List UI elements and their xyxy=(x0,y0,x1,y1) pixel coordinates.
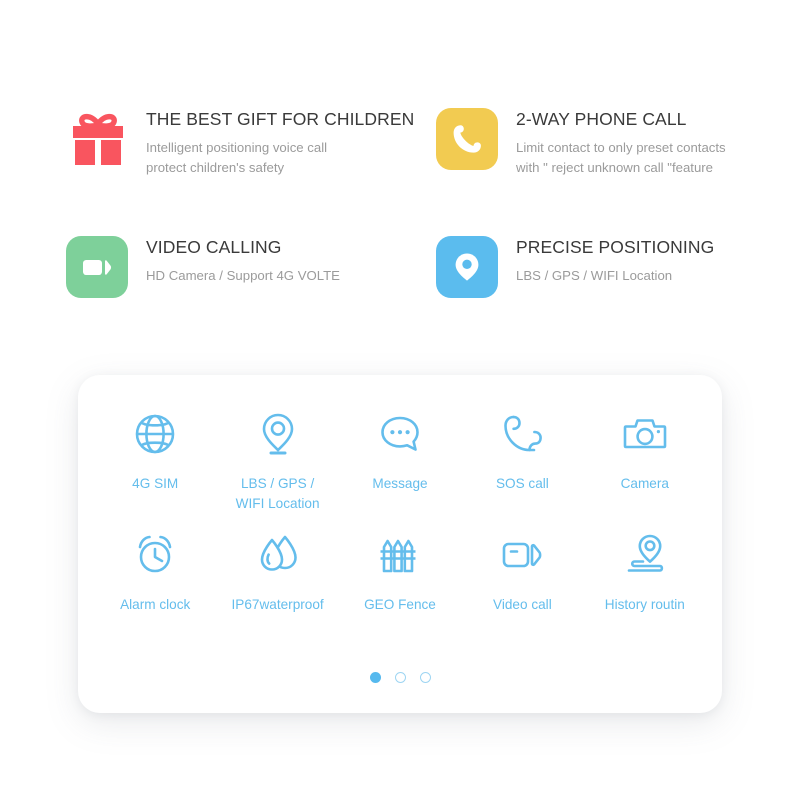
grid-label-line: 4G SIM xyxy=(132,476,179,491)
grid-item-camera[interactable]: Camera xyxy=(584,403,706,514)
feature-description-line: protect children's safety xyxy=(146,160,285,176)
feature-item-precise-positioning: PRECISE POSITIONING LBS / GPS / WIFI Loc… xyxy=(436,236,800,300)
feature-text: PRECISE POSITIONING LBS / GPS / WIFI Loc… xyxy=(516,236,714,286)
feature-text: 2-WAY PHONE CALL Limit contact to only p… xyxy=(516,108,726,179)
grid-item-video-call[interactable]: Video call xyxy=(461,524,583,615)
feature-description-line: Intelligent positioning voice call xyxy=(146,139,328,155)
grid-item-label: Camera xyxy=(621,474,669,494)
grid-item-label: SOS call xyxy=(496,474,549,494)
pagination-dot-1[interactable] xyxy=(369,672,381,683)
grid-item-label: GEO Fence xyxy=(364,595,436,615)
grid-label-line: Message xyxy=(372,476,428,491)
feature-description: HD Camera / Support 4G VOLTE xyxy=(146,266,340,286)
grid-item-label: IP67waterproof xyxy=(231,595,323,615)
grid-item-ip67-waterproof[interactable]: IP67waterproof xyxy=(216,524,338,615)
globe-icon xyxy=(131,403,179,465)
grid-item-message[interactable]: Message xyxy=(339,403,461,514)
location-pin-icon-tile xyxy=(436,236,498,298)
grid-label-line: GEO Fence xyxy=(364,597,436,613)
feature-list: THE BEST GIFT FOR CHILDREN Intelligent p… xyxy=(0,108,800,300)
grid-label-line: IP67waterproof xyxy=(231,597,324,613)
carousel-pagination xyxy=(78,672,722,683)
grid-item-geo-fence[interactable]: GEO Fence xyxy=(339,524,461,615)
grid-item-label: History routin xyxy=(605,595,685,615)
map-pin-icon xyxy=(254,403,302,465)
location-pin-icon xyxy=(436,236,500,300)
grid-label-line: History routin xyxy=(604,597,685,613)
feature-title: VIDEO CALLING xyxy=(146,237,282,257)
grid-label-line: Alarm clock xyxy=(120,597,191,613)
grid-item-lbs-gps-wifi-location[interactable]: LBS / GPS / WIFI Location xyxy=(216,403,338,514)
grid-label-line: SOS call xyxy=(495,476,549,491)
feature-item-two-way-phone-call: 2-WAY PHONE CALL Limit contact to only p… xyxy=(436,108,800,236)
grid-item-label: Alarm clock xyxy=(120,595,190,615)
feature-description: Intelligent positioning voice call prote… xyxy=(146,138,414,179)
grid-item-label: Video call xyxy=(493,595,552,615)
chat-bubble-icon xyxy=(376,403,424,465)
feature-text: THE BEST GIFT FOR CHILDREN Intelligent p… xyxy=(146,108,414,179)
feature-description-line: HD Camera / Support 4G VOLTE xyxy=(146,267,340,283)
route-history-icon xyxy=(621,524,669,586)
grid-label-line: Video call xyxy=(493,597,552,613)
phone-handset-icon xyxy=(498,403,546,465)
grid-item-label: 4G SIM xyxy=(132,474,178,494)
pagination-dot-2[interactable] xyxy=(394,672,406,683)
icon-grid: 4G SIM LBS / GPS / WIFI Location Message… xyxy=(94,403,706,615)
grid-label-line: Camera xyxy=(620,476,669,491)
feature-title: PRECISE POSITIONING xyxy=(516,237,715,257)
feature-item-video-calling: VIDEO CALLING HD Camera / Support 4G VOL… xyxy=(66,236,436,300)
fence-icon xyxy=(376,524,424,586)
feature-title: THE BEST GIFT FOR CHILDREN xyxy=(146,109,415,129)
feature-description-line: with " reject unknown call "feature xyxy=(516,160,714,176)
alarm-clock-icon xyxy=(131,524,179,586)
feature-description: Limit contact to only preset contacts wi… xyxy=(516,138,726,179)
feature-title: 2-WAY PHONE CALL xyxy=(516,109,687,129)
camera-icon xyxy=(621,403,669,465)
feature-description: LBS / GPS / WIFI Location xyxy=(516,266,714,286)
grid-item-4g-sim[interactable]: 4G SIM xyxy=(94,403,216,514)
phone-call-icon xyxy=(436,108,500,172)
feature-grid-card: 4G SIM LBS / GPS / WIFI Location Message… xyxy=(78,375,722,713)
feature-description-line: LBS / GPS / WIFI Location xyxy=(516,267,673,283)
video-camera-icon xyxy=(66,236,130,300)
pagination-dot-3[interactable] xyxy=(419,672,431,683)
feature-item-best-gift: THE BEST GIFT FOR CHILDREN Intelligent p… xyxy=(66,108,436,236)
grid-label-line: WIFI Location xyxy=(235,496,320,512)
grid-item-sos-call[interactable]: SOS call xyxy=(461,403,583,514)
feature-text: VIDEO CALLING HD Camera / Support 4G VOL… xyxy=(146,236,340,286)
grid-item-label: LBS / GPS / WIFI Location xyxy=(236,474,320,514)
video-camera-icon-tile xyxy=(66,236,128,298)
phone-call-icon-tile xyxy=(436,108,498,170)
grid-item-alarm-clock[interactable]: Alarm clock xyxy=(94,524,216,615)
feature-description-line: Limit contact to only preset contacts xyxy=(516,139,726,155)
water-drop-icon xyxy=(254,524,302,586)
grid-item-history-routin[interactable]: History routin xyxy=(584,524,706,615)
gift-icon xyxy=(66,108,130,172)
video-call-icon xyxy=(498,524,546,586)
grid-label-line: LBS / GPS / xyxy=(240,476,315,491)
grid-item-label: Message xyxy=(372,474,427,494)
